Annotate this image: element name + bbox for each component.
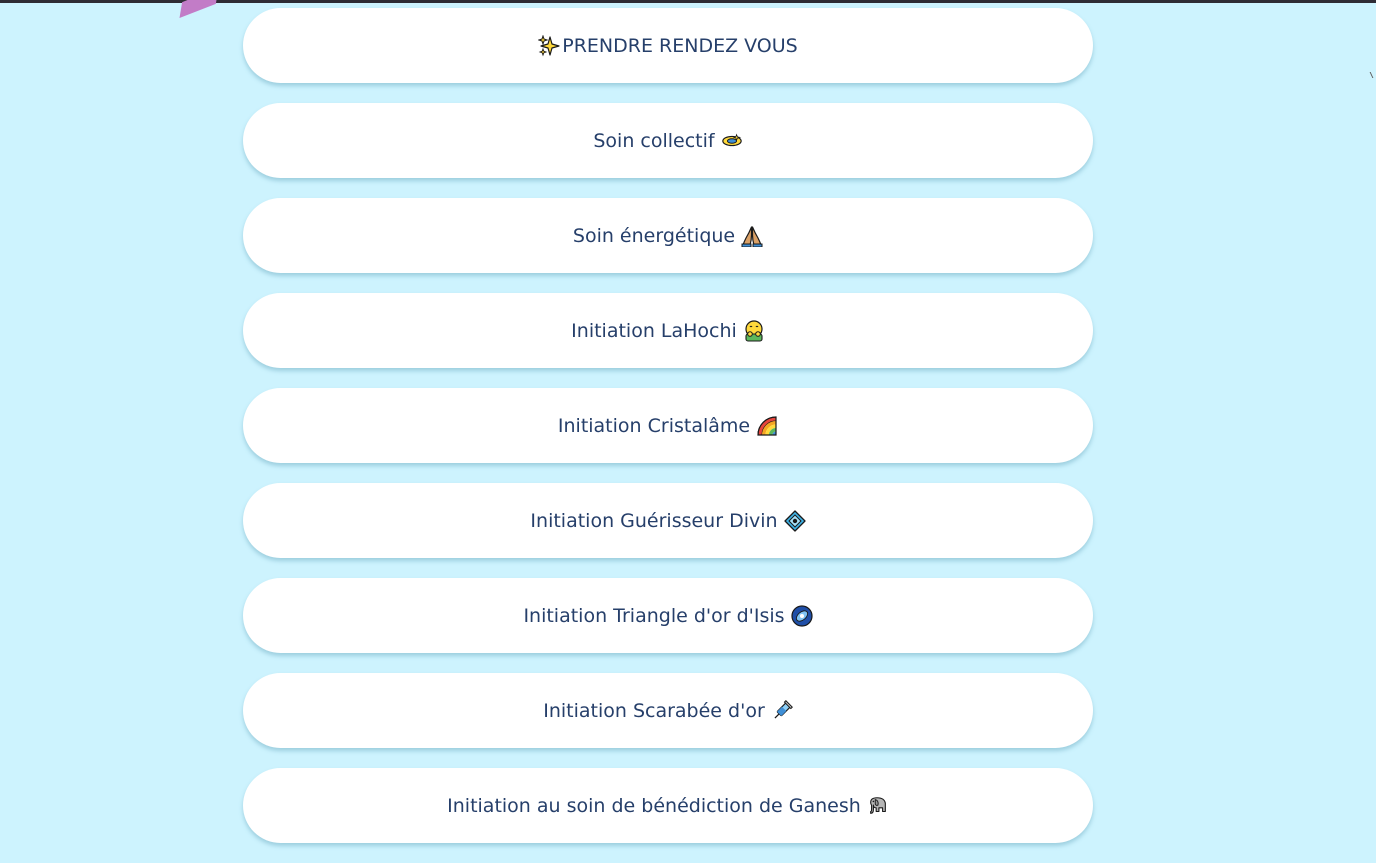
link-soin-energetique[interactable]: Soin énergétique [243,198,1093,273]
link-label: PRENDRE RENDEZ VOUS [562,34,798,57]
link-soin-collectif[interactable]: Soin collectif [243,103,1093,178]
link-label: Initiation LaHochi [571,319,737,342]
scroll-edge-mark [1369,72,1376,78]
syringe-icon [771,699,793,722]
link-label: Initiation Triangle d'or d'Isis [523,604,785,627]
link-label: Initiation Scarabée d'or [543,699,765,722]
link-initiation-cristalame[interactable]: Initiation Cristalâme [243,388,1093,463]
rainbow-icon [756,415,778,437]
link-initiation-guerisseur-divin[interactable]: Initiation Guérisseur Divin [243,483,1093,558]
galaxy-icon [790,604,813,627]
hugging-face-icon [743,319,765,342]
link-initiation-scarabee-or[interactable]: Initiation Scarabée d'or [243,673,1093,748]
link-initiation-lahochi[interactable]: Initiation LaHochi [243,293,1093,368]
link-label: Initiation Guérisseur Divin [530,509,778,532]
link-label: Initiation au soin de bénédiction de Gan… [447,794,861,817]
sparkles-icon [538,34,560,57]
link-prendre-rendez-vous[interactable]: PRENDRE RENDEZ VOUS [243,8,1093,83]
decorative-shape [179,0,219,18]
link-list: PRENDRE RENDEZ VOUS Soin collectif Soin … [243,8,1093,863]
dizzy-icon [721,130,743,152]
link-initiation-ganesh[interactable]: Initiation au soin de bénédiction de Gan… [243,768,1093,843]
folded-hands-icon [741,225,763,247]
link-label: Initiation Cristalâme [557,414,751,437]
link-label: Soin énergétique [572,224,736,247]
elephant-icon [867,795,889,817]
link-label: Soin collectif [593,129,715,152]
diamond-with-dot-icon [783,509,806,532]
link-initiation-triangle-or-isis[interactable]: Initiation Triangle d'or d'Isis [243,578,1093,653]
